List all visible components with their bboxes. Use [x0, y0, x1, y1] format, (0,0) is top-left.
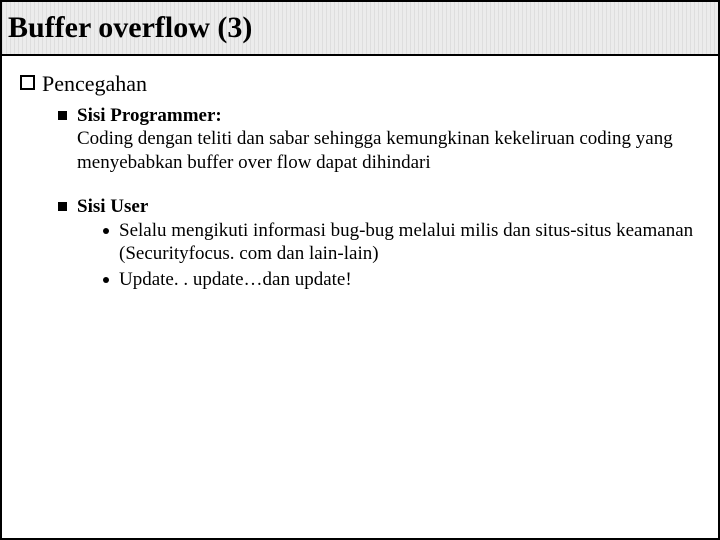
slide-content: Pencegahan Sisi Programmer: Coding denga… — [2, 56, 718, 294]
sub-text: Update. . update…dan update! — [119, 268, 700, 292]
dot-bullet-icon — [103, 277, 109, 283]
hollow-square-icon — [20, 75, 35, 90]
item-title: Sisi Programmer: — [77, 104, 700, 128]
dot-bullet-icon — [103, 228, 109, 234]
slide-title: Buffer overflow (3) — [8, 11, 252, 45]
list-item: Sisi Programmer: Coding dengan teliti da… — [58, 104, 700, 175]
item-desc: Coding dengan teliti dan sabar sehingga … — [77, 127, 700, 175]
square-bullet-icon — [58, 202, 67, 211]
title-bar: Buffer overflow (3) — [2, 2, 718, 56]
item-body: Sisi User Selalu mengikuti informasi bug… — [77, 195, 700, 294]
sub-text: Selalu mengikuti informasi bug-bug melal… — [119, 219, 700, 267]
square-bullet-icon — [58, 111, 67, 120]
section-heading: Pencegahan — [42, 70, 147, 98]
item-title: Sisi User — [77, 195, 700, 219]
slide: Buffer overflow (3) Pencegahan Sisi Prog… — [0, 0, 720, 540]
list-item: Sisi User Selalu mengikuti informasi bug… — [58, 195, 700, 294]
sub-item: Selalu mengikuti informasi bug-bug melal… — [103, 219, 700, 267]
section-row: Pencegahan — [20, 70, 700, 98]
spacer — [20, 177, 700, 195]
sub-item: Update. . update…dan update! — [103, 268, 700, 292]
item-body: Sisi Programmer: Coding dengan teliti da… — [77, 104, 700, 175]
